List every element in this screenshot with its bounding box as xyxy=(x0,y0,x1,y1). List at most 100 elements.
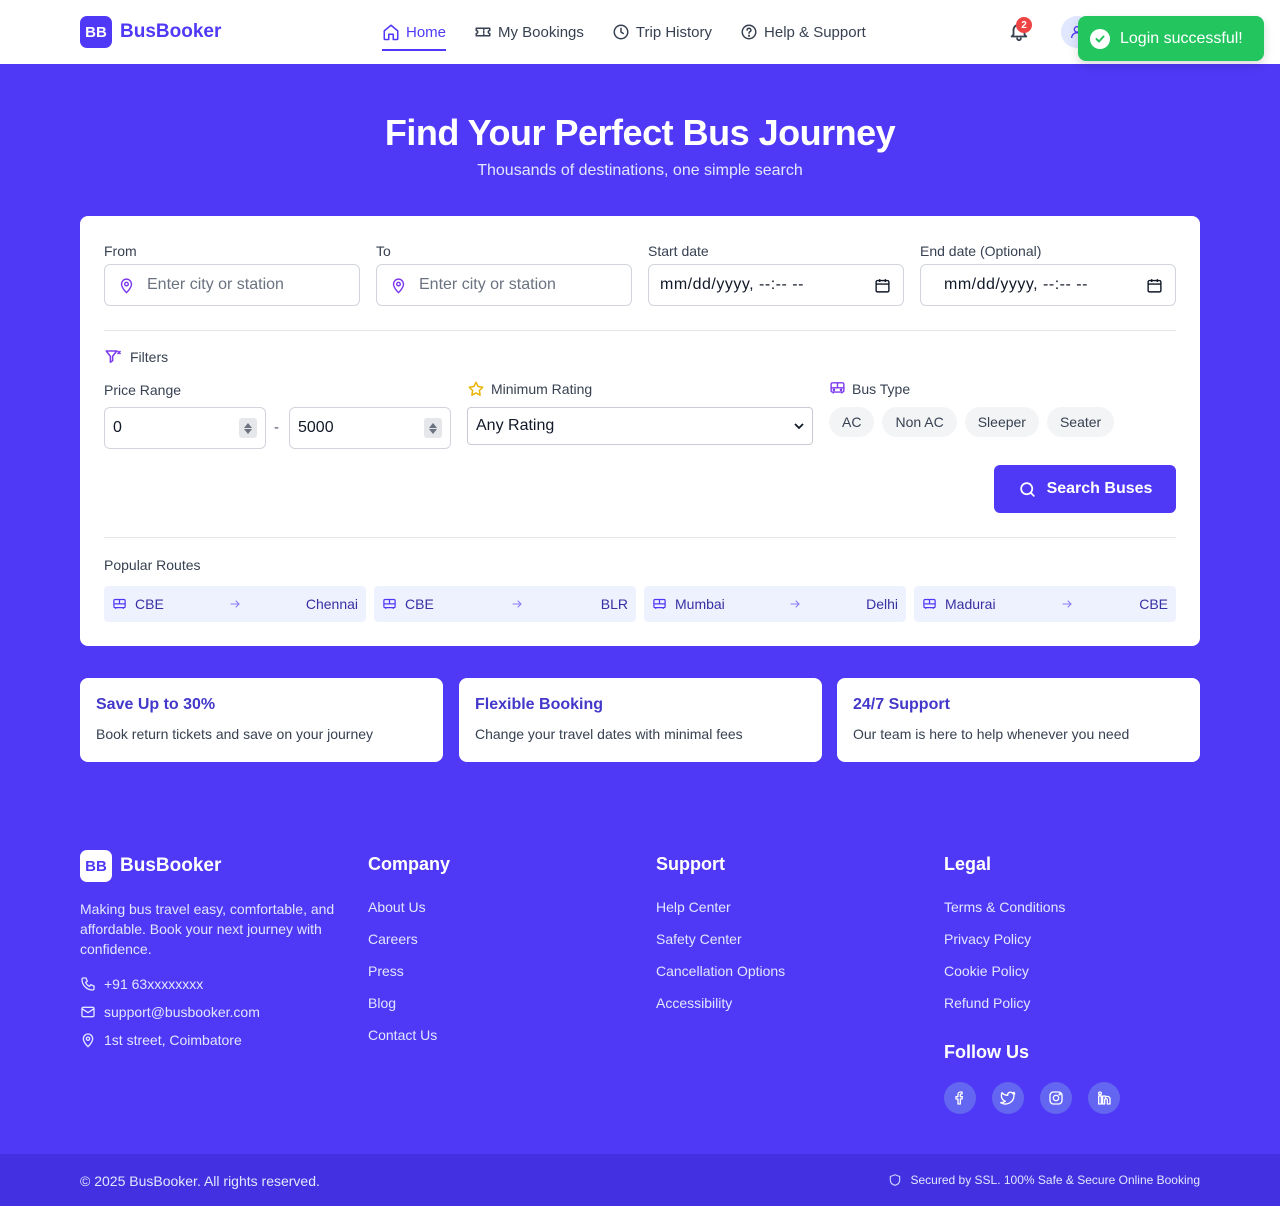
calendar-icon[interactable] xyxy=(874,277,891,294)
linkedin-icon[interactable] xyxy=(1088,1082,1120,1114)
to-input[interactable]: Enter city or station xyxy=(376,264,632,306)
twitter-icon[interactable] xyxy=(992,1082,1024,1114)
clock-icon xyxy=(613,24,629,40)
footer-link[interactable]: Blog xyxy=(368,995,396,1011)
nav-label-home: Home xyxy=(406,23,447,41)
chip-seater[interactable]: Seater xyxy=(1046,407,1115,437)
rating-label: Minimum Rating xyxy=(491,381,593,397)
feature-card: 24/7 Support Our team is here to help wh… xyxy=(837,678,1200,762)
route-to: Delhi xyxy=(866,596,898,612)
price-min-input[interactable]: 0 xyxy=(104,407,266,449)
chip-non-ac[interactable]: Non AC xyxy=(882,407,957,437)
bus-icon xyxy=(653,598,666,609)
rating-heading: Minimum Rating xyxy=(467,380,592,398)
nav-item-home[interactable]: Home xyxy=(382,0,447,64)
start-date-input[interactable]: mm/dd/yyyy, --:-- -- xyxy=(648,264,904,306)
to-label: To xyxy=(376,243,391,259)
search-buses-button[interactable]: Search Buses xyxy=(994,465,1176,513)
route-card[interactable]: CBE BLR xyxy=(374,586,636,622)
route-card[interactable]: CBE Chennai xyxy=(104,586,366,622)
arrow-right-icon xyxy=(725,598,866,610)
logo-initials: BB xyxy=(80,16,112,48)
bus-type-label: Bus Type xyxy=(852,380,911,397)
nav-item-help-support[interactable]: Help & Support xyxy=(740,0,866,64)
route-from: Mumbai xyxy=(675,596,725,612)
calendar-icon[interactable] xyxy=(1146,277,1163,294)
route-card[interactable]: Mumbai Delhi xyxy=(644,586,906,622)
footer-link[interactable]: About Us xyxy=(368,899,426,915)
route-card[interactable]: Madurai CBE xyxy=(914,586,1176,622)
hero-title: Find Your Perfect Bus Journey xyxy=(384,112,896,153)
search-icon xyxy=(1019,481,1035,497)
feature-description: Our team is here to help whenever you ne… xyxy=(853,726,1130,742)
filters-label: Filters xyxy=(130,349,169,365)
map-pin-icon xyxy=(120,277,133,294)
copyright-text: © 2025 BusBooker. All rights reserved. xyxy=(80,1173,320,1189)
main-nav: Home My Bookings Trip History Help & Sup… xyxy=(382,0,866,64)
brand-name: BusBooker xyxy=(120,855,222,876)
stepper-icon[interactable] xyxy=(239,418,257,438)
instagram-icon[interactable] xyxy=(1040,1082,1072,1114)
start-date-label: Start date xyxy=(648,243,709,259)
filters-heading: Filters xyxy=(104,348,168,366)
footer-link[interactable]: Refund Policy xyxy=(944,995,1030,1011)
end-date-label: End date (Optional) xyxy=(920,243,1042,259)
bus-icon xyxy=(923,598,936,609)
arrow-right-icon xyxy=(434,598,601,610)
price-min-value: 0 xyxy=(113,419,122,436)
price-separator: - xyxy=(274,419,279,436)
address-text: 1st street, Coimbatore xyxy=(104,1032,242,1048)
chip-sleeper[interactable]: Sleeper xyxy=(964,407,1039,437)
navbar: BB BusBooker Home My Bookings Trip Histo… xyxy=(0,0,1280,64)
facebook-icon[interactable] xyxy=(944,1082,976,1114)
follow-us-title: Follow Us xyxy=(944,1042,1029,1062)
end-date-input[interactable]: mm/dd/yyyy, --:-- -- xyxy=(920,264,1176,306)
feature-title: Flexible Booking xyxy=(475,696,604,713)
brand-name: BusBooker xyxy=(120,21,222,42)
bus-icon xyxy=(830,382,845,394)
footer-link[interactable]: Help Center xyxy=(656,899,731,915)
footer-email[interactable]: support@busbooker.com xyxy=(80,1004,260,1020)
from-input[interactable]: Enter city or station xyxy=(104,264,360,306)
divider xyxy=(104,330,1176,331)
check-circle-icon xyxy=(1090,28,1110,49)
notification-badge: 2 xyxy=(1016,17,1032,33)
from-placeholder: Enter city or station xyxy=(147,276,284,293)
footer-address: 1st street, Coimbatore xyxy=(80,1032,242,1048)
footer-about: Making bus travel easy, comfortable, and… xyxy=(80,901,335,957)
footer-link[interactable]: Safety Center xyxy=(656,931,742,947)
stepper-icon[interactable] xyxy=(424,418,442,438)
from-label: From xyxy=(104,243,137,259)
secure-text: Secured by SSL. 100% Safe & Secure Onlin… xyxy=(910,1173,1200,1187)
route-to: CBE xyxy=(1139,596,1168,612)
feature-description: Book return tickets and save on your jou… xyxy=(96,726,374,742)
footer-logo[interactable]: BB BusBooker xyxy=(80,850,221,882)
rating-select[interactable]: Any Rating xyxy=(467,407,813,445)
logo-initials: BB xyxy=(80,850,112,882)
arrow-right-icon xyxy=(164,598,306,610)
nav-item-my-bookings[interactable]: My Bookings xyxy=(474,0,584,64)
toast-message: Login successful! xyxy=(1120,29,1243,47)
nav-label-help-support: Help & Support xyxy=(764,23,866,41)
hero-subtitle: Thousands of destinations, one simple se… xyxy=(477,162,803,179)
chip-ac[interactable]: AC xyxy=(829,407,875,437)
footer-link[interactable]: Careers xyxy=(368,931,418,947)
footer-link[interactable]: Contact Us xyxy=(368,1027,437,1043)
mail-icon xyxy=(81,1006,95,1018)
brand-logo[interactable]: BB BusBooker xyxy=(80,16,221,48)
filter-icon xyxy=(105,350,122,363)
footer-link[interactable]: Terms & Conditions xyxy=(944,899,1065,915)
footer-link[interactable]: Privacy Policy xyxy=(944,931,1031,947)
login-toast: Login successful! xyxy=(1078,16,1264,61)
feature-card: Save Up to 30% Book return tickets and s… xyxy=(80,678,443,762)
footer-link[interactable]: Press xyxy=(368,963,404,979)
bus-icon xyxy=(383,598,396,609)
price-max-input[interactable]: 5000 xyxy=(289,407,451,449)
search-button-label: Search Buses xyxy=(1046,480,1153,497)
secure-note: Secured by SSL. 100% Safe & Secure Onlin… xyxy=(888,1173,1200,1187)
phone-text: +91 63xxxxxxxx xyxy=(104,976,204,992)
footer-link[interactable]: Cancellation Options xyxy=(656,963,785,979)
footer-link[interactable]: Accessibility xyxy=(656,995,732,1011)
footer-link[interactable]: Cookie Policy xyxy=(944,963,1029,979)
nav-item-trip-history[interactable]: Trip History xyxy=(612,0,712,64)
